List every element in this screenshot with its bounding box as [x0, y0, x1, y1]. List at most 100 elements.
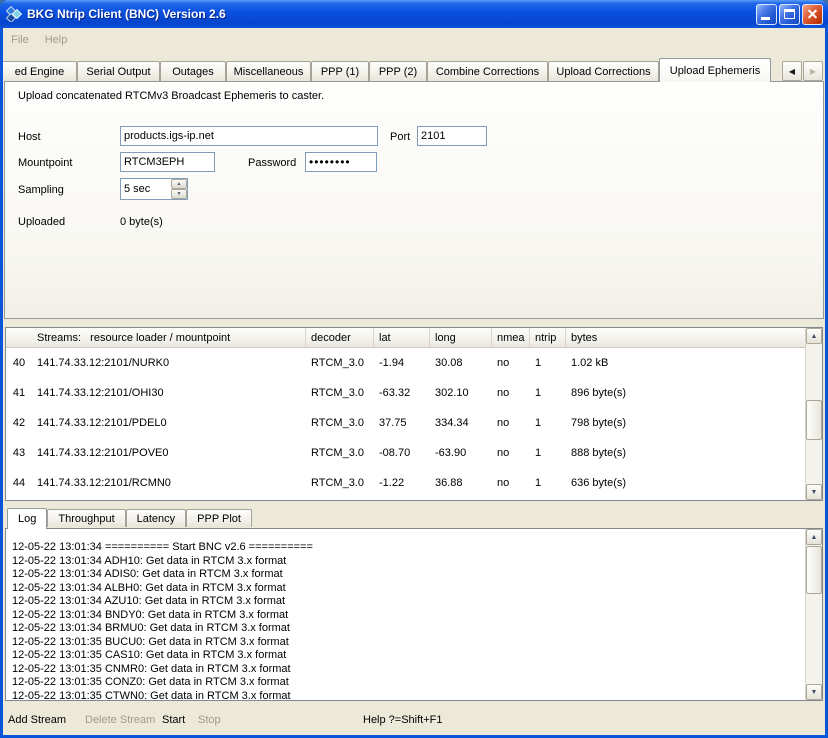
spin-up-button[interactable]: ▲: [171, 179, 187, 189]
col-header-streams[interactable]: Streams: resource loader / mountpoint: [32, 328, 306, 347]
port-input[interactable]: [417, 126, 487, 146]
stream-row[interactable]: 43 141.74.33.12:2101/POVE0 RTCM_3.0 -08.…: [6, 438, 822, 468]
tab-scroll-right-button[interactable]: ▶: [803, 61, 823, 81]
sampling-input[interactable]: [121, 179, 171, 199]
add-stream-button[interactable]: Add Stream: [8, 714, 66, 726]
close-button[interactable]: [802, 4, 823, 25]
stream-row[interactable]: 42 141.74.33.12:2101/PDEL0 RTCM_3.0 37.7…: [6, 408, 822, 438]
maximize-button[interactable]: [779, 4, 800, 25]
log-pane: 12-05-22 13:01:34 ========== Start BNC v…: [5, 528, 823, 701]
sampling-spinbox: ▲ ▼: [120, 178, 188, 200]
panel-description: Upload concatenated RTCMv3 Broadcast Eph…: [18, 90, 324, 102]
streams-scrollbar[interactable]: ▲ ▼: [805, 328, 822, 500]
log-line: 12-05-22 13:01:34 ALBH0: Get data in RTC…: [12, 582, 802, 596]
tab-feed-engine[interactable]: ed Engine: [3, 61, 77, 81]
stream-cell: 141.74.33.12:2101/NURK0: [32, 357, 306, 369]
long-cell: 302.10: [430, 387, 492, 399]
log-line: 12-05-22 13:01:34 BNDY0: Get data in RTC…: [12, 609, 802, 623]
log-line: 12-05-22 13:01:35 CTWN0: Get data in RTC…: [12, 690, 802, 701]
tab-latency[interactable]: Latency: [126, 509, 187, 527]
decoder-cell: RTCM_3.0: [306, 477, 374, 489]
decoder-cell: RTCM_3.0: [306, 357, 374, 369]
col-header-nmea[interactable]: nmea: [492, 328, 530, 347]
lat-cell: -08.70: [374, 447, 430, 459]
scroll-up-button[interactable]: ▲: [806, 328, 822, 344]
scroll-up-icon: ▲: [811, 333, 818, 340]
spin-down-button[interactable]: ▼: [171, 189, 187, 199]
tab-log[interactable]: Log: [7, 508, 47, 529]
col-header-ntrip[interactable]: ntrip: [530, 328, 566, 347]
ntrip-cell: 1: [530, 447, 566, 459]
stop-button[interactable]: Stop: [198, 714, 221, 726]
lat-cell: -1.94: [374, 357, 430, 369]
tab-ppp-plot[interactable]: PPP Plot: [186, 509, 252, 527]
scroll-down-button[interactable]: ▼: [806, 484, 822, 500]
tab-upload-corrections[interactable]: Upload Corrections: [548, 61, 659, 81]
mountpoint-input[interactable]: [120, 152, 215, 172]
scroll-thumb[interactable]: [806, 400, 822, 440]
app-icon: [6, 6, 22, 22]
bytes-cell: 888 byte(s): [566, 447, 822, 459]
minimize-button[interactable]: [756, 4, 777, 25]
nmea-cell: no: [492, 447, 530, 459]
lat-cell: 37.75: [374, 417, 430, 429]
log-line: 12-05-22 13:01:34 BRMU0: Get data in RTC…: [12, 622, 802, 636]
mountpoint-label: Mountpoint: [18, 157, 72, 169]
scroll-up-button[interactable]: ▲: [806, 529, 822, 545]
host-input[interactable]: [120, 126, 378, 146]
titlebar[interactable]: BKG Ntrip Client (BNC) Version 2.6: [0, 0, 828, 28]
log-line: 12-05-22 13:01:35 CNMR0: Get data in RTC…: [12, 663, 802, 677]
col-header-long[interactable]: long: [430, 328, 492, 347]
tab-ppp-1[interactable]: PPP (1): [311, 61, 369, 81]
log-line: 12-05-22 13:01:34 ADH10: Get data in RTC…: [12, 555, 802, 569]
col-header-bytes[interactable]: bytes: [566, 328, 822, 347]
uploaded-value: 0 byte(s): [120, 216, 163, 228]
log-scrollbar[interactable]: ▲ ▼: [805, 529, 822, 700]
menu-help[interactable]: Help: [37, 31, 76, 49]
delete-stream-button[interactable]: Delete Stream: [85, 714, 155, 726]
lat-cell: -63.32: [374, 387, 430, 399]
tab-scroll-buttons: ◀ ▶: [782, 61, 823, 81]
log-line: 12-05-22 13:01:35 BUCU0: Get data in RTC…: [12, 636, 802, 650]
scroll-down-icon: ▼: [811, 489, 818, 496]
start-button[interactable]: Start: [162, 714, 185, 726]
tab-outages[interactable]: Outages: [160, 61, 226, 81]
window-title: BKG Ntrip Client (BNC) Version 2.6: [27, 7, 226, 21]
ntrip-cell: 1: [530, 387, 566, 399]
scroll-down-icon: ▼: [811, 689, 818, 696]
lat-cell: -1.22: [374, 477, 430, 489]
settings-tabbar: ed Engine Serial Output Outages Miscella…: [3, 58, 825, 82]
log-tabbar: Log Throughput Latency PPP Plot: [7, 507, 252, 528]
tab-upload-ephemeris[interactable]: Upload Ephemeris: [659, 58, 771, 82]
host-label: Host: [18, 131, 41, 143]
scroll-thumb[interactable]: [806, 546, 822, 594]
log-line: 12-05-22 13:01:35 CAS10: Get data in RTC…: [12, 649, 802, 663]
tab-scroll-left-button[interactable]: ◀: [782, 61, 802, 81]
sampling-label: Sampling: [18, 184, 64, 196]
tab-ppp-2[interactable]: PPP (2): [369, 61, 427, 81]
stream-cell: 141.74.33.12:2101/OHI30: [32, 387, 306, 399]
upload-ephemeris-panel: Upload concatenated RTCMv3 Broadcast Eph…: [4, 81, 824, 319]
row-number: 40: [6, 357, 32, 369]
tab-combine-corrections[interactable]: Combine Corrections: [427, 61, 548, 81]
long-cell: 30.08: [430, 357, 492, 369]
ntrip-cell: 1: [530, 357, 566, 369]
col-header-decoder[interactable]: decoder: [306, 328, 374, 347]
tab-serial-output[interactable]: Serial Output: [77, 61, 160, 81]
decoder-cell: RTCM_3.0: [306, 387, 374, 399]
password-label: Password: [248, 157, 296, 169]
stream-row[interactable]: 44 141.74.33.12:2101/RCMN0 RTCM_3.0 -1.2…: [6, 468, 822, 498]
menu-file[interactable]: File: [3, 31, 37, 49]
stream-row[interactable]: 40 141.74.33.12:2101/NURK0 RTCM_3.0 -1.9…: [6, 348, 822, 378]
log-line: 12-05-22 13:01:34 AZU10: Get data in RTC…: [12, 595, 802, 609]
stream-row[interactable]: 41 141.74.33.12:2101/OHI30 RTCM_3.0 -63.…: [6, 378, 822, 408]
long-cell: 334.34: [430, 417, 492, 429]
scroll-down-button[interactable]: ▼: [806, 684, 822, 700]
tab-throughput[interactable]: Throughput: [47, 509, 125, 527]
long-cell: -63.90: [430, 447, 492, 459]
tab-miscellaneous[interactable]: Miscellaneous: [226, 61, 311, 81]
password-input[interactable]: [305, 152, 377, 172]
left-arrow-icon: ◀: [789, 67, 795, 76]
row-number: 44: [6, 477, 32, 489]
col-header-lat[interactable]: lat: [374, 328, 430, 347]
